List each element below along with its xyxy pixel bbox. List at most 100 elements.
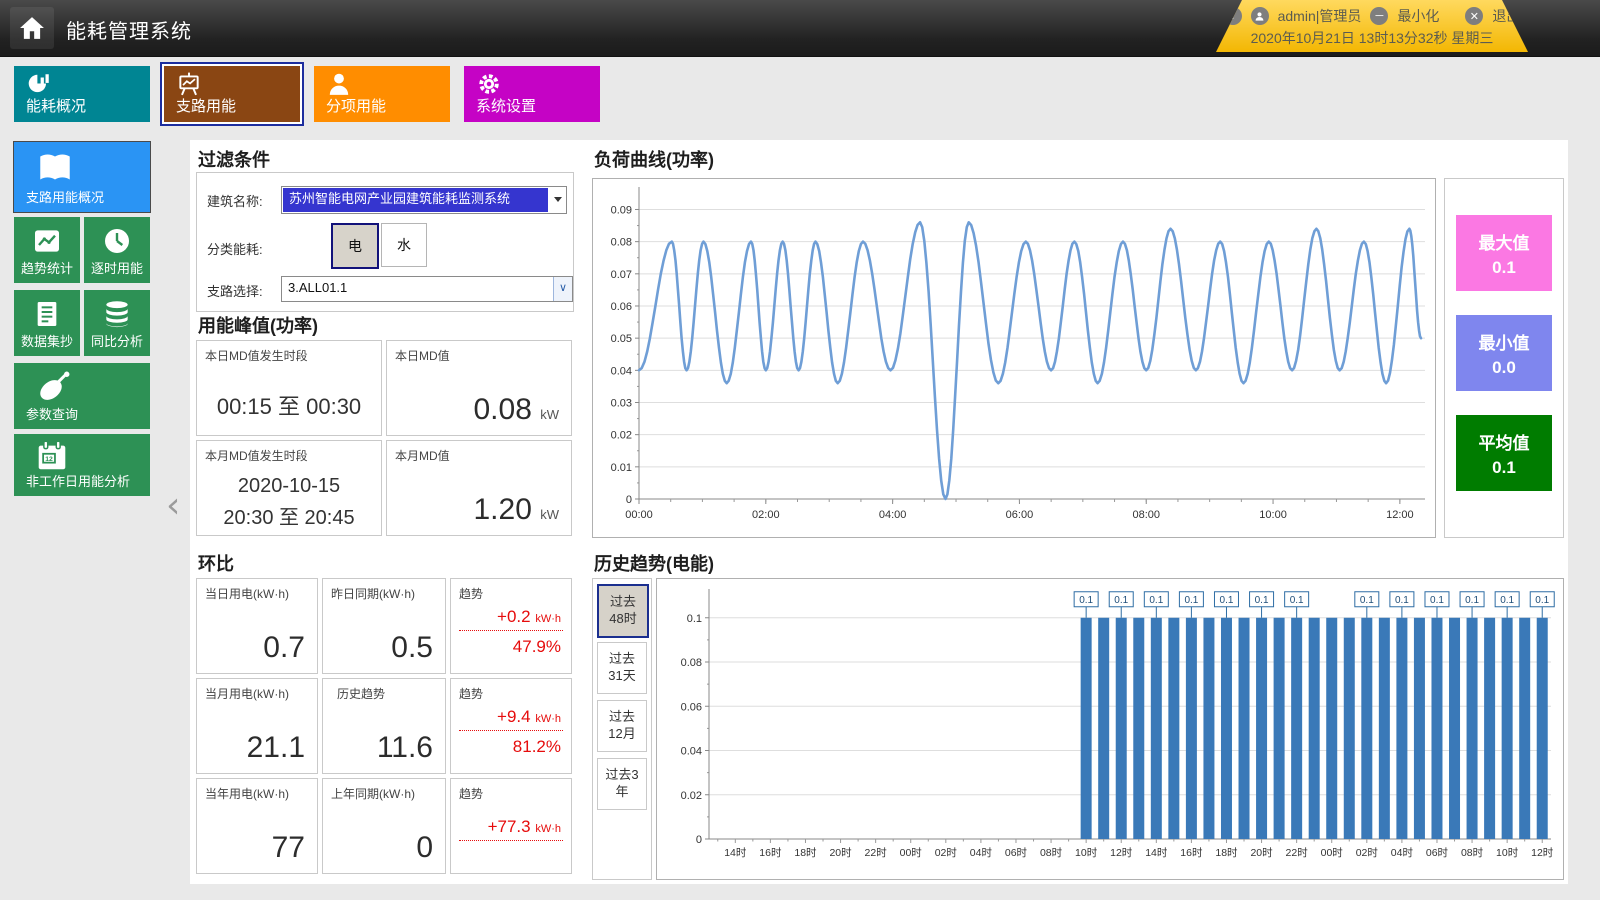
energy-type-label: 分类能耗: [207, 239, 263, 258]
svg-text:06时: 06时 [1005, 847, 1028, 859]
nav-tab-energy-overview[interactable]: 能耗概况 [14, 66, 150, 122]
svg-text:20时: 20时 [829, 847, 852, 859]
range-button-12m[interactable]: 过去12月 [597, 700, 647, 752]
info-icon[interactable]: i [1224, 7, 1242, 25]
svg-text:22时: 22时 [1286, 847, 1309, 859]
history-trend-title: 历史趋势(电能) [594, 550, 714, 576]
branch-label: 支路选择: [207, 281, 263, 300]
svg-text:12时: 12时 [1110, 847, 1133, 859]
svg-text:18时: 18时 [794, 847, 817, 859]
svg-text:0.07: 0.07 [611, 269, 632, 281]
nav-tab-category-energy[interactable]: 分项用能 [314, 66, 450, 122]
user-icon [1251, 7, 1269, 25]
range-button-31d[interactable]: 过去31天 [597, 642, 647, 694]
sidebar-item-yoy-analysis[interactable]: 同比分析 [84, 290, 150, 356]
svg-text:0.1: 0.1 [1360, 595, 1374, 606]
ring-cell: 上年同期(kW·h)0 [322, 778, 446, 874]
close-icon[interactable]: ✕ [1465, 7, 1483, 25]
svg-text:04时: 04时 [970, 847, 993, 859]
energy-type-water-button[interactable]: 水 [381, 223, 427, 267]
top-bar: 能耗管理系统 i admin|管理员 ─ 最小化 ✕ 退出 2020年10月21… [0, 0, 1600, 57]
svg-text:0.04: 0.04 [681, 746, 702, 758]
minimize-label[interactable]: 最小化 [1397, 6, 1439, 26]
building-select[interactable]: 苏州智能电网产业园建筑能耗监测系统 [281, 186, 567, 214]
database-icon [101, 298, 133, 335]
line-chart-icon [31, 225, 63, 262]
nav-tab-system-settings[interactable]: 系统设置 [464, 66, 600, 122]
minimize-icon[interactable]: ─ [1370, 7, 1388, 25]
history-trend-chart: 00.020.040.060.080.114时16时18时20时22时00时02… [656, 578, 1564, 880]
svg-text:18时: 18时 [1215, 847, 1238, 859]
sidebar-item-trend-stats[interactable]: 趋势统计 [14, 217, 80, 283]
user-name[interactable]: admin|管理员 [1278, 6, 1362, 26]
energy-type-electric-button[interactable]: 电 [331, 223, 379, 269]
sidebar-item-nonworkday-analysis[interactable]: 12 非工作日用能分析 [14, 434, 150, 496]
svg-text:0.09: 0.09 [611, 204, 632, 216]
svg-text:08:00: 08:00 [1132, 509, 1160, 521]
svg-text:08时: 08时 [1461, 847, 1484, 859]
history-trend-plot: 00.020.040.060.080.114时16时18时20时22时00时02… [657, 579, 1563, 879]
svg-text:12:00: 12:00 [1386, 509, 1414, 521]
ring-cell: 当月用电(kW·h)21.1 [196, 678, 318, 774]
stat-box-1: 最小值0.0 [1456, 315, 1552, 391]
svg-text:0.1: 0.1 [687, 613, 702, 625]
peak-cell-month-value: 本月MD值 1.20 kW [386, 440, 572, 536]
pie-chart-icon [26, 71, 52, 97]
svg-text:00时: 00时 [900, 847, 923, 859]
svg-text:0.1: 0.1 [1184, 595, 1198, 606]
svg-text:0.1: 0.1 [1114, 595, 1128, 606]
building-label: 建筑名称: [207, 191, 263, 210]
sidebar-item-data-collection[interactable]: 数据集抄 [14, 290, 80, 356]
peak-cell-month-period: 本月MD值发生时段 2020-10-15 20:30 至 20:45 [196, 440, 382, 536]
svg-text:0.1: 0.1 [1079, 595, 1093, 606]
svg-text:0.1: 0.1 [1465, 595, 1479, 606]
sidebar-item-branch-overview[interactable]: 支路用能概况 [14, 142, 150, 212]
ring-trend-cell: 趋势 +0.2 kW·h 47.9% [450, 578, 572, 674]
home-icon[interactable] [10, 7, 54, 49]
svg-text:0.1: 0.1 [1220, 595, 1234, 606]
svg-text:16时: 16时 [759, 847, 782, 859]
ringratio-title: 环比 [198, 550, 234, 576]
svg-text:0.02: 0.02 [611, 430, 632, 442]
filter-box: 建筑名称: 苏州智能电网产业园建筑能耗监测系统 分类能耗: 电 水 支路选择: … [196, 172, 574, 312]
sidebar-item-hourly-energy[interactable]: 逐时用能 [84, 217, 150, 283]
filter-title: 过滤条件 [198, 146, 270, 172]
svg-text:0.04: 0.04 [611, 365, 632, 377]
nav-tab-branch-energy[interactable]: 支路用能 [164, 66, 300, 122]
peak-cell-today-period: 本日MD值发生时段 00:15 至 00:30 [196, 340, 382, 436]
svg-text:0.01: 0.01 [611, 462, 632, 474]
svg-text:0.06: 0.06 [681, 701, 702, 713]
branch-select[interactable]: 3.ALL01.1 ∨ [281, 276, 573, 302]
svg-text:14时: 14时 [1145, 847, 1168, 859]
range-button-48h[interactable]: 过去48时 [597, 584, 649, 638]
svg-text:08时: 08时 [1040, 847, 1063, 859]
person-icon [326, 71, 352, 97]
ring-trend-cell: 趋势 +77.3 kW·h [450, 778, 572, 874]
svg-text:22时: 22时 [865, 847, 888, 859]
svg-text:20时: 20时 [1250, 847, 1273, 859]
svg-text:0.05: 0.05 [611, 333, 632, 345]
svg-text:02时: 02时 [1356, 847, 1379, 859]
svg-text:0.1: 0.1 [1290, 595, 1304, 606]
svg-text:14时: 14时 [724, 847, 747, 859]
svg-text:0.1: 0.1 [1395, 595, 1409, 606]
sidebar-item-parameter-query[interactable]: 参数查询 [14, 363, 150, 429]
logout-label[interactable]: 退出 [1492, 6, 1520, 26]
sidebar-collapse-button[interactable]: ‹ [166, 488, 180, 524]
peak-title: 用能峰值(功率) [198, 312, 318, 338]
svg-text:0.08: 0.08 [681, 657, 702, 669]
stat-box-0: 最大值0.1 [1456, 215, 1552, 291]
load-curve-plot: 00.010.020.030.040.050.060.070.080.0900:… [593, 179, 1435, 537]
svg-text:04:00: 04:00 [879, 509, 907, 521]
svg-text:10时: 10时 [1075, 847, 1098, 859]
user-badge: i admin|管理员 ─ 最小化 ✕ 退出 2020年10月21日 13时13… [1216, 0, 1528, 52]
range-button-3y[interactable]: 过去3年 [597, 758, 647, 810]
load-stats-panel: 最大值0.1最小值0.0平均值0.1 [1444, 178, 1564, 538]
svg-text:10时: 10时 [1496, 847, 1519, 859]
svg-text:0.1: 0.1 [1430, 595, 1444, 606]
clock-icon [101, 225, 133, 262]
svg-text:06时: 06时 [1426, 847, 1449, 859]
svg-text:00时: 00时 [1321, 847, 1344, 859]
svg-text:0.02: 0.02 [681, 790, 702, 802]
load-curve-chart: 00.010.020.030.040.050.060.070.080.0900:… [592, 178, 1436, 538]
